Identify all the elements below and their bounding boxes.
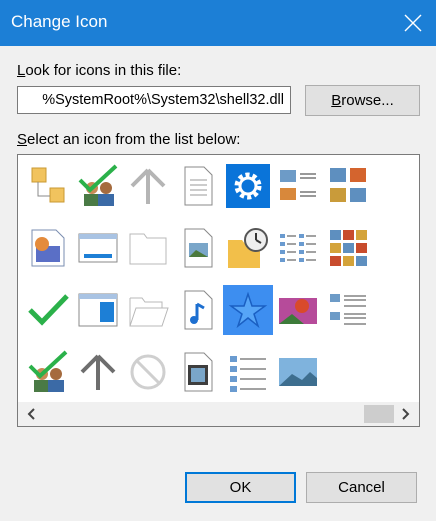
ok-button[interactable]: OK bbox=[185, 472, 296, 503]
audio-file-icon[interactable] bbox=[173, 285, 223, 335]
folder-open-outline-icon[interactable] bbox=[123, 285, 173, 335]
image-list-icon[interactable] bbox=[273, 161, 323, 211]
window-sidebar-icon[interactable] bbox=[73, 285, 123, 335]
window-title: Change Icon bbox=[11, 12, 108, 31]
up-arrow-dark-icon[interactable] bbox=[73, 347, 123, 397]
users-check-icon[interactable] bbox=[73, 161, 123, 211]
scrollbar-thumb[interactable] bbox=[364, 405, 394, 423]
image-file-icon[interactable] bbox=[173, 223, 223, 273]
chevron-left-icon bbox=[27, 408, 35, 420]
media-file-icon[interactable] bbox=[23, 223, 73, 273]
lookfor-label: Look for icons in this file: bbox=[17, 62, 182, 79]
select-label: Select an icon from the list below: bbox=[17, 131, 241, 148]
folders-icon[interactable] bbox=[23, 161, 73, 211]
landscape-photo-icon[interactable] bbox=[273, 347, 323, 397]
folder-outline-icon[interactable] bbox=[123, 223, 173, 273]
chevron-right-icon bbox=[402, 408, 410, 420]
icon-list[interactable] bbox=[17, 154, 420, 427]
browse-button[interactable]: Browse... bbox=[305, 85, 420, 116]
video-file-icon[interactable] bbox=[173, 347, 223, 397]
content-list-icon[interactable] bbox=[223, 347, 273, 397]
title-bar: Change Icon bbox=[0, 0, 436, 46]
green-checkmark-icon[interactable] bbox=[23, 285, 73, 335]
folder-clock-icon[interactable] bbox=[223, 223, 273, 273]
no-entry-icon[interactable] bbox=[123, 347, 173, 397]
horizontal-scrollbar[interactable] bbox=[18, 402, 419, 426]
photo-tiles-icon[interactable] bbox=[323, 223, 373, 273]
window-icon[interactable] bbox=[73, 223, 123, 273]
users-check-icon[interactable] bbox=[23, 347, 73, 397]
gear-settings-icon[interactable] bbox=[223, 161, 273, 211]
star-favorite-icon[interactable] bbox=[223, 285, 273, 335]
close-button[interactable] bbox=[390, 0, 436, 46]
details-list-icon[interactable] bbox=[273, 223, 323, 273]
up-arrow-gray-icon[interactable] bbox=[123, 161, 173, 211]
icon-file-path-input[interactable]: %SystemRoot%\System32\shell32.dll bbox=[17, 86, 291, 114]
photo-grid-icon[interactable] bbox=[323, 161, 373, 211]
scroll-left-button[interactable] bbox=[22, 405, 42, 423]
hot-air-balloon-photo-icon[interactable] bbox=[273, 285, 323, 335]
list-lines-icon[interactable] bbox=[323, 285, 373, 335]
scroll-right-button[interactable] bbox=[395, 405, 415, 423]
document-icon[interactable] bbox=[173, 161, 223, 211]
close-icon bbox=[404, 14, 422, 32]
cancel-button[interactable]: Cancel bbox=[306, 472, 417, 503]
